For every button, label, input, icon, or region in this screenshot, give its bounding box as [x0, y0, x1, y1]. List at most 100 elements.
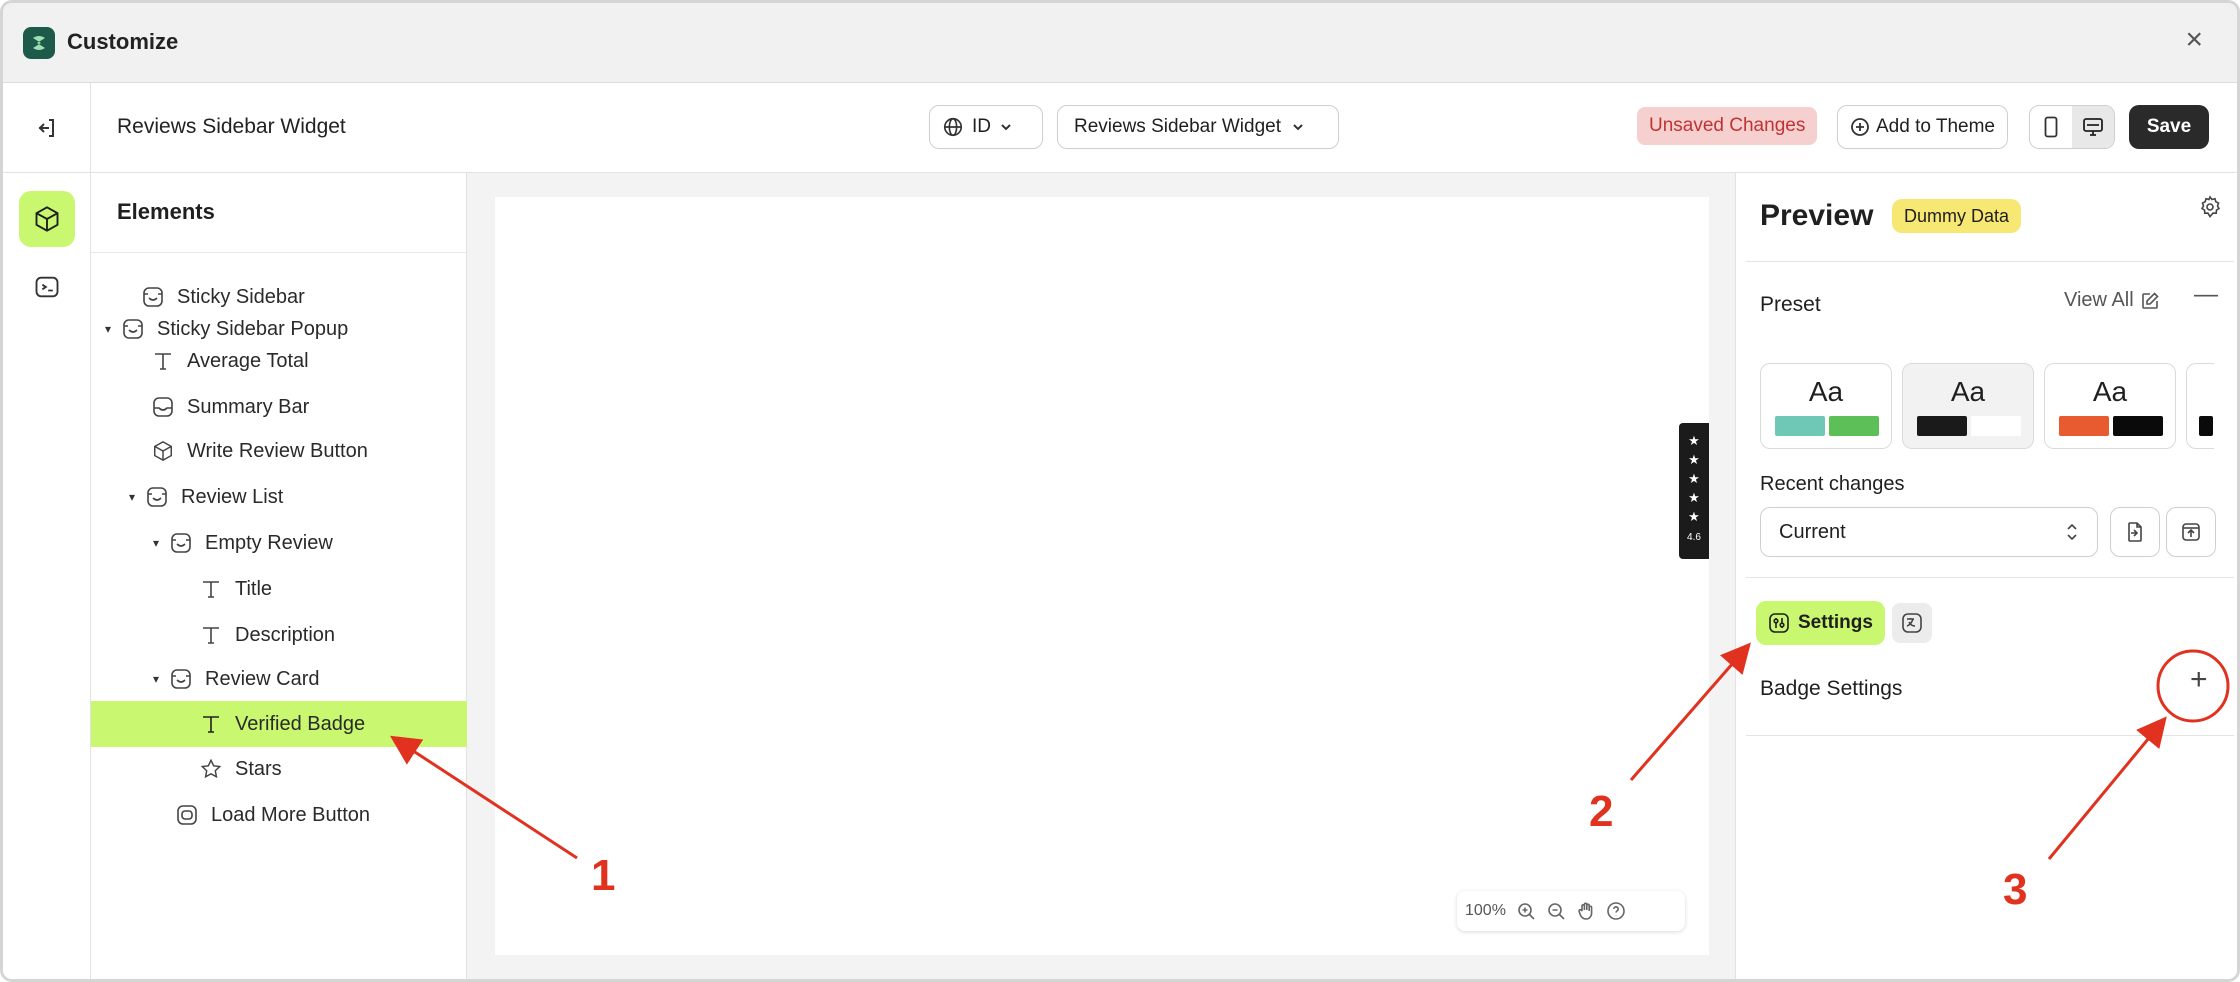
canvas-area: [467, 173, 1735, 979]
elements-heading: Elements: [91, 173, 466, 253]
recent-changes-select[interactable]: Current: [1760, 507, 2098, 557]
section-icon: [141, 285, 165, 309]
tab-settings[interactable]: Settings: [1756, 601, 1885, 645]
preset-card-1[interactable]: Aa: [1760, 363, 1892, 449]
tree-item-review-list[interactable]: ▾ Review List: [91, 475, 467, 519]
exit-icon: [38, 119, 54, 137]
window-title: Customize: [67, 29, 179, 54]
zoom-level: 100%: [1465, 902, 1506, 919]
sliders-icon: [1769, 613, 1789, 633]
export-button[interactable]: [2166, 507, 2216, 557]
terminal-icon: [35, 276, 59, 298]
tree-item-description[interactable]: Description: [91, 613, 467, 657]
expand-plus-icon[interactable]: +: [2190, 665, 2208, 695]
section-icon: [145, 485, 169, 509]
tree-item-label: Review Card: [205, 667, 320, 690]
annotation-label-2: 2: [1589, 787, 1614, 836]
help-icon[interactable]: [1606, 901, 1626, 921]
section-icon: [151, 395, 175, 419]
page-title: Reviews Sidebar Widget: [117, 115, 346, 138]
preset-card-4[interactable]: [2186, 363, 2214, 449]
chevron-updown-icon: [2067, 523, 2077, 541]
preset-card-2[interactable]: Aa: [1902, 363, 2034, 449]
tree-item-label: Title: [235, 577, 273, 600]
tree-item-stars[interactable]: Stars: [91, 747, 467, 791]
tree-item-summary-bar[interactable]: Summary Bar: [91, 385, 467, 429]
desktop-view-button[interactable]: [2072, 106, 2114, 148]
preset-card-3[interactable]: Aa: [2044, 363, 2176, 449]
star-icon: [199, 757, 223, 781]
caret-down-icon[interactable]: ▾: [125, 490, 139, 504]
view-all-link[interactable]: View All: [2064, 289, 2160, 312]
tree-item-label: Average Total: [187, 349, 309, 372]
save-button[interactable]: Save: [2129, 105, 2209, 149]
star-icon: ★: [1688, 433, 1700, 448]
tree-item-label: Description: [235, 623, 336, 646]
badge-settings-heading: Badge Settings: [1760, 677, 1903, 700]
text-icon: [199, 577, 223, 601]
customize-window: Customize × Reviews Sidebar Widget ID Re…: [0, 0, 2240, 982]
tab-settings-label: Settings: [1798, 612, 1873, 633]
section-icon: [169, 531, 193, 555]
rail-code-button[interactable]: [19, 259, 75, 315]
tab-translate[interactable]: [1892, 603, 1932, 643]
reviews-sidebar-tab[interactable]: ★ ★ ★ ★ ★ 4.6: [1679, 423, 1709, 559]
tree-item-average-total[interactable]: Average Total: [91, 339, 467, 383]
left-rail: [3, 173, 91, 979]
chevron-down-icon: [1001, 124, 1011, 131]
hand-icon[interactable]: [1576, 901, 1596, 921]
reviews-tab-rating: 4.6: [1687, 532, 1701, 543]
add-to-theme-label: Add to Theme: [1876, 116, 1996, 137]
chevron-down-icon: [1293, 124, 1303, 131]
upload-box-icon: [2182, 523, 2200, 541]
tree-item-title[interactable]: Title: [91, 567, 467, 611]
tree-item-label: Sticky Sidebar: [177, 285, 305, 308]
color-swatch: [1917, 416, 1967, 436]
add-to-theme-button[interactable]: Add to Theme: [1837, 105, 2009, 149]
tree-item-label: Review List: [181, 485, 284, 508]
tree-item-write-review-button[interactable]: Write Review Button: [91, 429, 467, 473]
tree-item-label: Write Review Button: [187, 439, 368, 462]
caret-down-icon[interactable]: ▾: [149, 536, 163, 550]
edit-icon: [2141, 291, 2159, 309]
rail-elements-button[interactable]: [19, 191, 75, 247]
tree-item-label: Verified Badge: [235, 712, 366, 735]
caret-down-icon[interactable]: ▾: [101, 322, 115, 336]
color-swatch: [2199, 416, 2213, 436]
language-select[interactable]: ID: [929, 105, 1043, 149]
gear-icon[interactable]: [2198, 195, 2222, 219]
recent-changes-value: Current: [1779, 520, 1846, 543]
cube-icon: [35, 206, 59, 232]
zoom-in-icon[interactable]: [1516, 901, 1536, 921]
tree-item-verified-badge[interactable]: Verified Badge: [91, 701, 467, 747]
text-icon: [199, 712, 223, 736]
unsaved-changes-badge: Unsaved Changes: [1637, 107, 1818, 145]
translate-icon: [1902, 613, 1922, 633]
plus-circle-icon: [1851, 118, 1869, 136]
color-swatch: [1829, 416, 1879, 436]
close-icon[interactable]: ×: [2185, 25, 2203, 55]
mobile-icon: [2044, 116, 2058, 138]
zoom-toolbar: 100%: [1457, 891, 1685, 931]
color-swatch: [1775, 416, 1825, 436]
tree-item-empty-review[interactable]: ▾ Empty Review: [91, 521, 467, 565]
zoom-out-icon[interactable]: [1546, 901, 1566, 921]
tree-item-label: Load More Button: [211, 803, 370, 826]
preview-canvas[interactable]: [495, 197, 1709, 955]
device-toggle: [2029, 105, 2115, 149]
collapse-icon[interactable]: —: [2194, 281, 2218, 309]
caret-down-icon[interactable]: ▾: [149, 672, 163, 686]
tree-item-review-card[interactable]: ▾ Review Card: [91, 657, 467, 701]
exit-button[interactable]: [3, 83, 91, 173]
mobile-view-button[interactable]: [2030, 106, 2072, 148]
widget-select[interactable]: Reviews Sidebar Widget: [1057, 105, 1339, 149]
import-button[interactable]: [2110, 507, 2160, 557]
globe-icon: [943, 117, 963, 137]
color-swatch: [1971, 416, 2021, 436]
dummy-data-badge[interactable]: Dummy Data: [1892, 199, 2022, 233]
section-icon: [121, 317, 145, 341]
tree-item-label: Summary Bar: [187, 395, 310, 418]
recent-changes-label: Recent changes: [1760, 473, 1905, 495]
tree-item-label: Empty Review: [205, 531, 333, 554]
tree-item-load-more-button[interactable]: Load More Button: [91, 793, 467, 837]
